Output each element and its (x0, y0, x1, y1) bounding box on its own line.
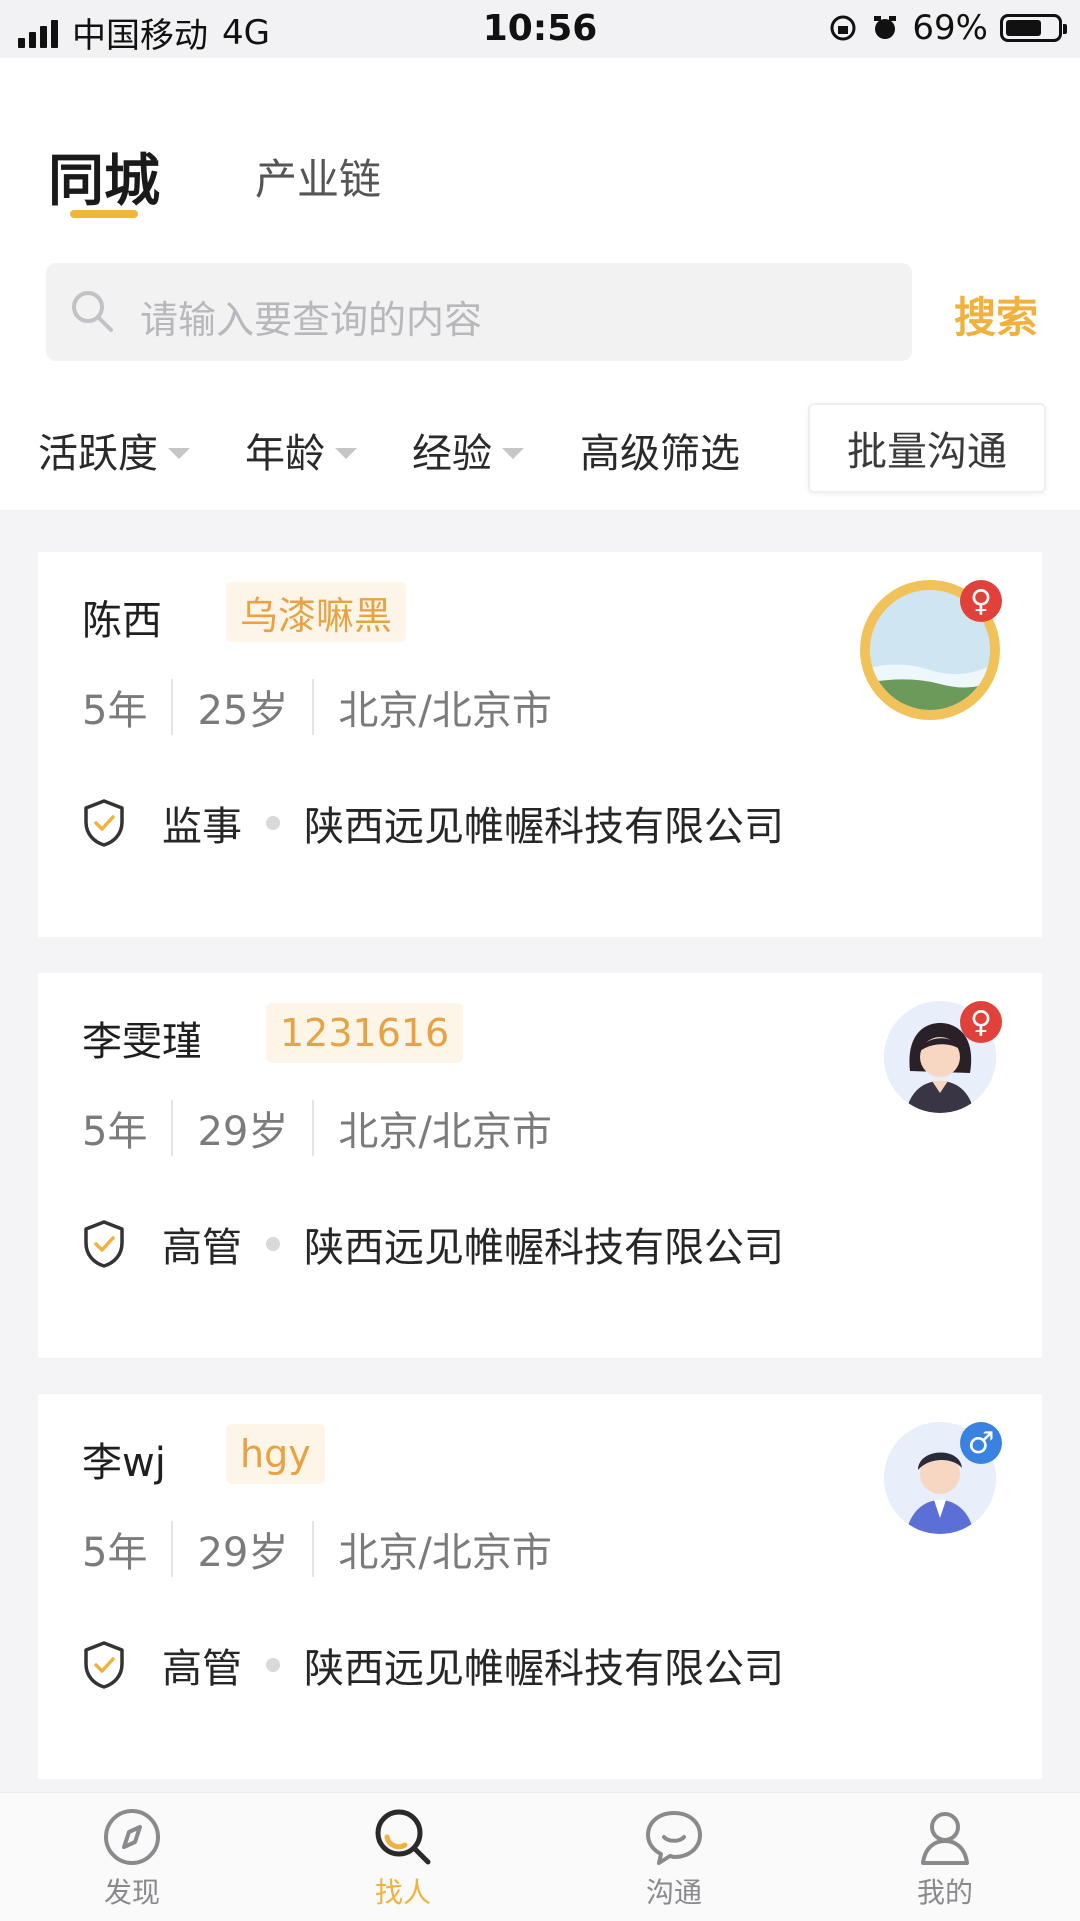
rotation-lock-icon (830, 15, 856, 41)
bulk-chat-button[interactable]: 批量沟通 (808, 403, 1046, 493)
battery-icon (1000, 14, 1067, 42)
candidate-name: 李wj (82, 1440, 166, 1486)
chat-icon (646, 1811, 702, 1865)
candidate-location: 北京/北京市 (338, 1530, 552, 1576)
filter-advanced-label: 高级筛选 (580, 431, 740, 477)
divider (171, 1100, 174, 1156)
candidate-card[interactable]: 李雯瑾 1231616 5年 29岁 北京/北京市 高管 陕西远见帷幄科技有限公… (38, 973, 1042, 1358)
divider (312, 1521, 315, 1577)
candidate-company: 陕西远见帷幄科技有限公司 (304, 1225, 784, 1271)
filter-age-label: 年龄 (245, 431, 325, 477)
candidate-experience: 5年 (82, 688, 148, 734)
candidate-meta: 5年 25岁 北京/北京市 (82, 678, 552, 736)
tab-tongcheng[interactable]: 同城 (48, 136, 160, 217)
divider (171, 1521, 174, 1577)
search-input[interactable]: 请输入要查询的内容 (46, 263, 912, 361)
tab-chanyelian[interactable]: 产业链 (255, 146, 381, 207)
status-bar: 中国移动 4G 10:56 69% (0, 0, 1080, 58)
candidate-age: 25岁 (197, 688, 289, 734)
alarm-icon (874, 16, 897, 39)
battery-percent: 69% (912, 8, 988, 48)
candidate-card[interactable]: 陈西 乌漆嘛黑 5年 25岁 北京/北京市 监事 陕西远见帷幄科技有限公司 ♀ (38, 552, 1042, 937)
search-placeholder: 请输入要查询的内容 (140, 298, 483, 342)
candidate-role: 高管 (162, 1225, 242, 1271)
filter-experience-label: 经验 (412, 431, 492, 477)
filter-age[interactable]: 年龄 (245, 421, 357, 479)
filter-experience[interactable]: 经验 (412, 421, 524, 479)
candidate-experience: 5年 (82, 1530, 148, 1576)
candidate-experience: 5年 (82, 1109, 148, 1155)
candidate-company: 陕西远见帷幄科技有限公司 (304, 1646, 784, 1692)
shield-check-icon (84, 1220, 124, 1268)
status-right: 69% (828, 8, 1067, 48)
nav-me[interactable]: 我的 (855, 1805, 1035, 1911)
dot-separator (266, 1658, 280, 1672)
header: 同城 产业链 请输入要查询的内容 搜索 活跃度 年龄 经验 高级筛选 批量沟通 (0, 58, 1080, 510)
candidate-card[interactable]: 李wj hgy 5年 29岁 北京/北京市 高管 陕西远见帷幄科技有限公司 ♂ (38, 1394, 1042, 1779)
filter-activity-label: 活跃度 (38, 431, 158, 477)
candidate-location: 北京/北京市 (338, 1109, 552, 1155)
nav-find-people[interactable]: 找人 (313, 1805, 493, 1911)
male-icon: ♂ (960, 1422, 1002, 1464)
nav-chat-label: 沟通 (645, 1876, 702, 1909)
search-person-icon (375, 1809, 431, 1865)
candidate-role-row: 高管 陕西远见帷幄科技有限公司 (82, 1636, 784, 1694)
candidate-meta: 5年 29岁 北京/北京市 (82, 1520, 552, 1578)
avatar[interactable]: ♀ (884, 1001, 1002, 1113)
candidate-tag: 乌漆嘛黑 (226, 582, 407, 642)
avatar[interactable]: ♀ (860, 580, 1002, 720)
filter-advanced[interactable]: 高级筛选 (580, 421, 740, 479)
compass-icon (104, 1809, 160, 1865)
nav-chat[interactable]: 沟通 (584, 1805, 764, 1911)
caret-down-icon (335, 447, 357, 459)
divider (171, 679, 174, 735)
candidate-age: 29岁 (197, 1530, 289, 1576)
nav-discover-label: 发现 (103, 1876, 160, 1909)
shield-check-icon (84, 799, 124, 847)
candidate-company: 陕西远见帷幄科技有限公司 (304, 804, 784, 850)
shield-check-icon (84, 1641, 124, 1689)
search-icon (72, 291, 113, 332)
caret-down-icon (502, 447, 524, 459)
nav-me-label: 我的 (916, 1876, 973, 1909)
candidate-tag: hgy (226, 1424, 325, 1484)
candidate-tag: 1231616 (266, 1003, 464, 1063)
search-button[interactable]: 搜索 (954, 284, 1038, 345)
filter-bar: 活跃度 年龄 经验 高级筛选 批量沟通 (0, 403, 1080, 493)
female-icon: ♀ (960, 1001, 1002, 1043)
avatar[interactable]: ♂ (884, 1422, 1002, 1534)
candidate-role: 监事 (162, 804, 242, 850)
candidate-role-row: 高管 陕西远见帷幄科技有限公司 (82, 1215, 784, 1273)
candidate-name: 李雯瑾 (82, 1019, 202, 1065)
filter-activity[interactable]: 活跃度 (38, 421, 190, 479)
female-icon: ♀ (960, 580, 1002, 622)
divider (312, 679, 315, 735)
candidate-age: 29岁 (197, 1109, 289, 1155)
candidate-name: 陈西 (82, 598, 162, 644)
dot-separator (266, 1237, 280, 1251)
nav-discover[interactable]: 发现 (42, 1805, 222, 1911)
candidate-location: 北京/北京市 (338, 688, 552, 734)
dot-separator (266, 816, 280, 830)
divider (312, 1100, 315, 1156)
nav-find-people-label: 找人 (374, 1876, 431, 1909)
candidate-role: 高管 (162, 1646, 242, 1692)
user-icon (921, 1812, 969, 1865)
candidate-meta: 5年 29岁 北京/北京市 (82, 1099, 552, 1157)
caret-down-icon (168, 447, 190, 459)
bottom-nav: 发现 找人 沟通 我的 (0, 1792, 1080, 1921)
candidate-role-row: 监事 陕西远见帷幄科技有限公司 (82, 794, 784, 852)
tab-active-indicator (70, 210, 138, 218)
